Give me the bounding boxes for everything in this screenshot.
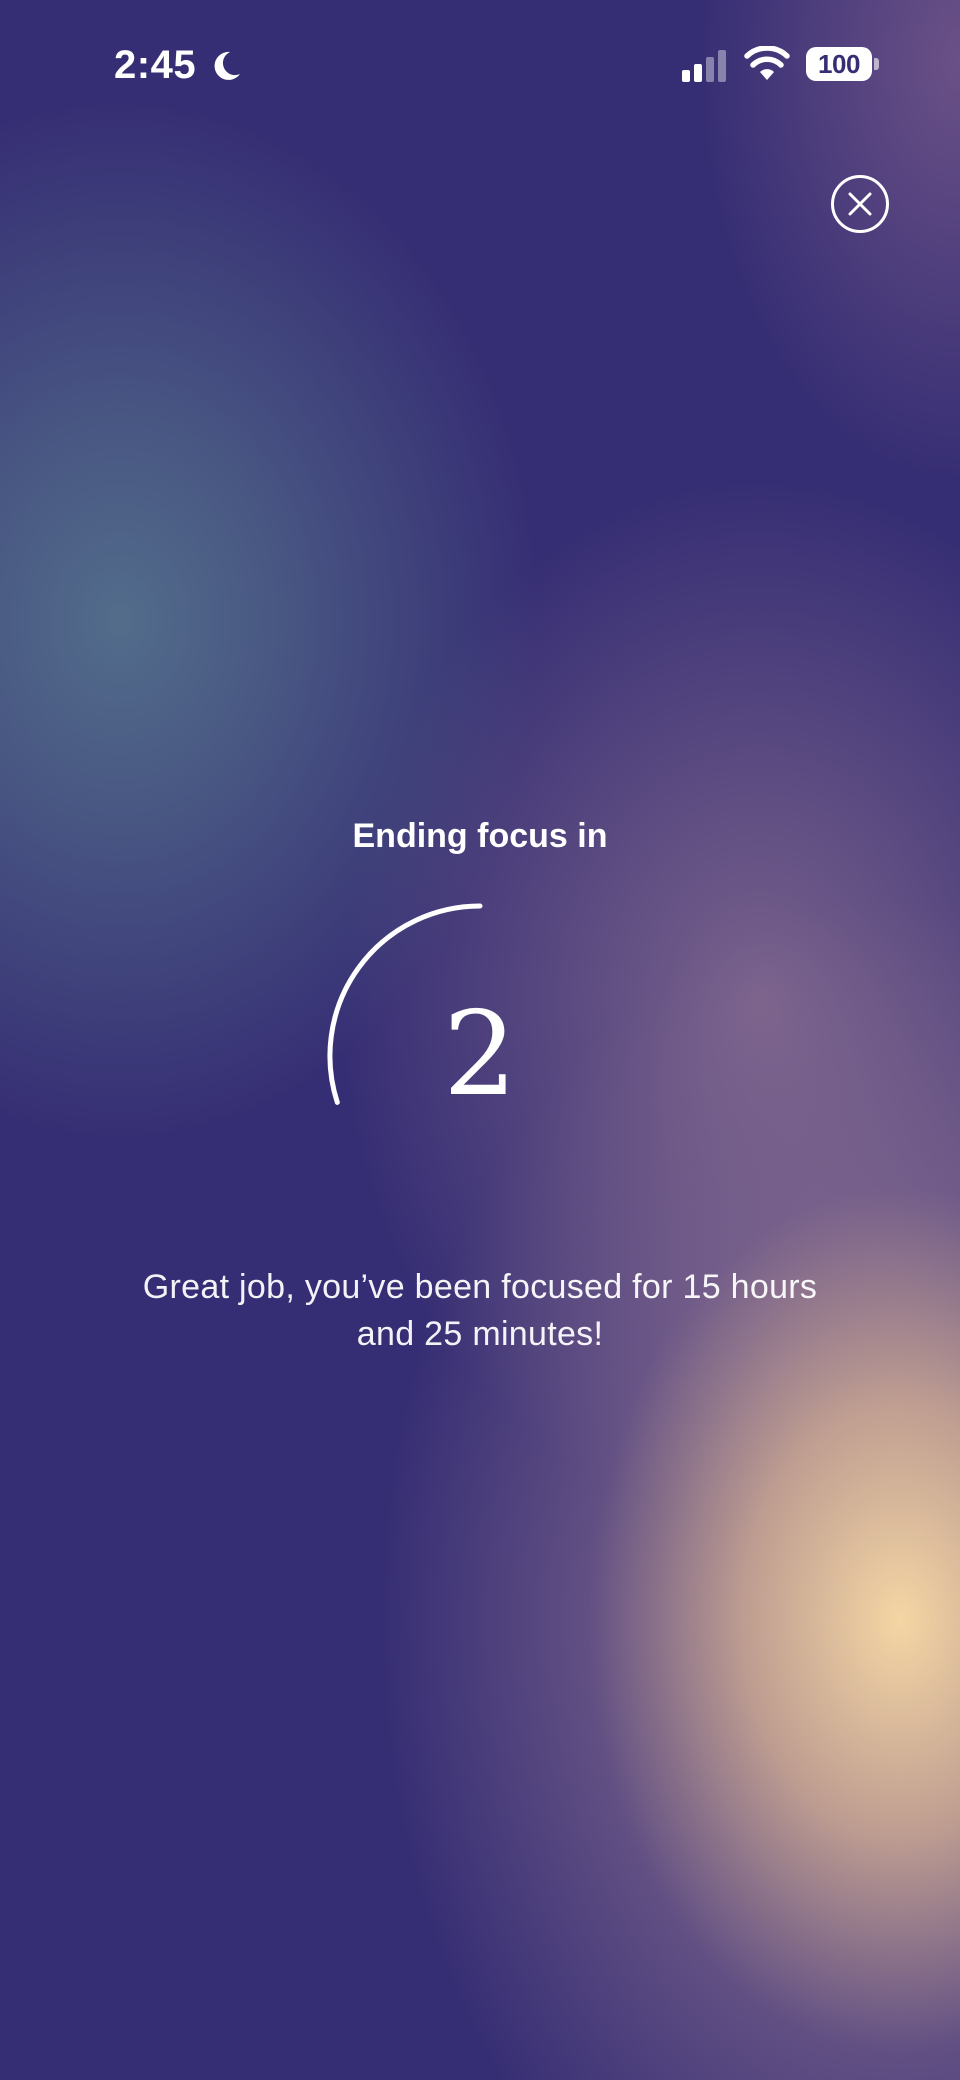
battery-tip (874, 58, 879, 70)
moon-icon (214, 51, 240, 80)
cellular-signal-icon (682, 50, 726, 82)
status-bar: 2:45 100 (0, 0, 960, 130)
battery-indicator: 100 (806, 47, 872, 81)
close-button[interactable] (831, 175, 889, 233)
status-time: 2:45 (114, 43, 197, 87)
close-icon (848, 192, 872, 216)
ending-focus-label: Ending focus in (352, 817, 608, 855)
focus-summary-message: Great job, you’ve been focused for 15 ho… (142, 1268, 818, 1353)
countdown-number: 2 (443, 987, 517, 1122)
wifi-icon (744, 46, 790, 80)
